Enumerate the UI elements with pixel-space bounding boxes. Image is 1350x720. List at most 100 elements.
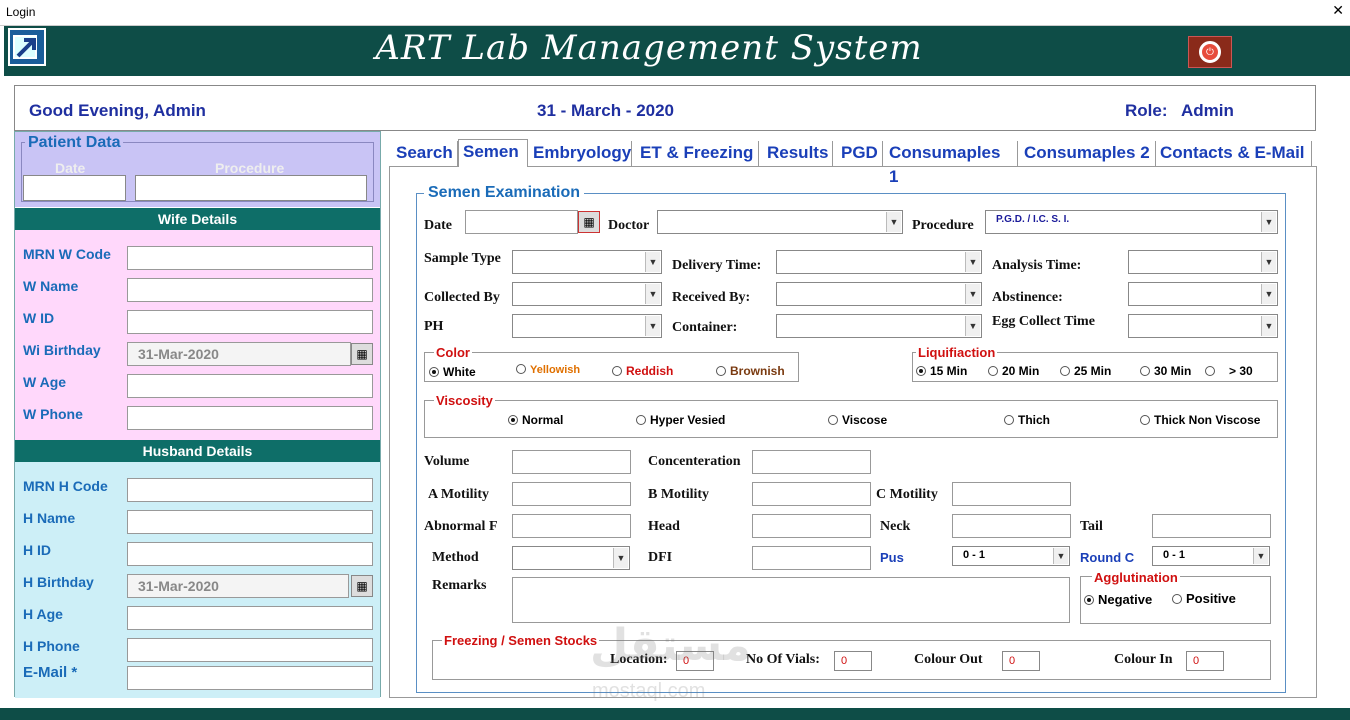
- patient-panel: Patient Data Date Procedure Wife Details…: [14, 131, 381, 698]
- wi-birthday-input[interactable]: 31-Mar-2020: [127, 342, 351, 366]
- color-radio-yellowish[interactable]: Yellowish: [516, 364, 580, 376]
- wife-field-label: MRN W Code: [23, 246, 111, 262]
- husband-details-group: MRN H Code H Name H ID H Birthday 31-Mar…: [15, 462, 380, 698]
- tab-pgd[interactable]: PGD: [837, 141, 883, 167]
- doctor-label: Doctor: [608, 218, 650, 233]
- visc-radio-normal[interactable]: Normal: [508, 413, 563, 427]
- analysis-time-combo[interactable]: ▼: [1128, 250, 1278, 274]
- mrn-w-code-input[interactable]: [127, 246, 373, 270]
- semen-date-input[interactable]: [465, 210, 578, 234]
- h-birthday-input[interactable]: 31-Mar-2020: [127, 574, 349, 598]
- sample-type-combo[interactable]: ▼: [512, 250, 662, 274]
- tab-search[interactable]: Search: [392, 141, 458, 167]
- b-motility-label: B Motility: [648, 487, 710, 502]
- agglutination-positive-radio[interactable]: Positive: [1172, 591, 1236, 606]
- colour-in-label: Colour In: [1114, 652, 1173, 667]
- tail-input[interactable]: [1152, 514, 1271, 538]
- volume-input[interactable]: [512, 450, 631, 474]
- abnormal-label: Abnormal F: [424, 519, 498, 534]
- pd-procedure-input[interactable]: [135, 175, 367, 201]
- egg-collect-time-combo[interactable]: ▼: [1128, 314, 1278, 338]
- close-icon[interactable]: ✕: [1332, 2, 1344, 19]
- visc-radio-viscose[interactable]: Viscose: [828, 413, 887, 427]
- h-age-input[interactable]: [127, 606, 373, 630]
- dropdown-arrow-icon: ▼: [1261, 284, 1276, 304]
- visc-radio-hyper[interactable]: Hyper Vesied: [636, 413, 725, 427]
- pd-date-input[interactable]: [23, 175, 126, 201]
- collected-by-combo[interactable]: ▼: [512, 282, 662, 306]
- tab-contacts-email[interactable]: Contacts & E-Mail: [1156, 141, 1312, 167]
- remarks-label: Remarks: [432, 578, 487, 593]
- container-label: Container:: [672, 320, 738, 335]
- liq-radio-20[interactable]: 20 Min: [988, 364, 1039, 378]
- received-by-combo[interactable]: ▼: [776, 282, 982, 306]
- h-phone-input[interactable]: [127, 638, 373, 662]
- husband-field-label: MRN H Code: [23, 478, 108, 494]
- liq-radio-15[interactable]: 15 Min: [916, 364, 967, 378]
- concentration-label: Concenteration: [648, 454, 741, 469]
- semen-examination-legend: Semen Examination: [424, 184, 585, 202]
- calendar-icon[interactable]: ▦: [578, 211, 600, 233]
- calendar-icon[interactable]: ▦: [351, 575, 373, 597]
- w-age-input[interactable]: [127, 374, 373, 398]
- abnormal-input[interactable]: [512, 514, 631, 538]
- w-name-input[interactable]: [127, 278, 373, 302]
- dropdown-arrow-icon: ▼: [645, 284, 660, 304]
- viscosity-legend: Viscosity: [434, 393, 495, 408]
- ph-combo[interactable]: ▼: [512, 314, 662, 338]
- visc-radio-thick-non-viscose[interactable]: Thick Non Viscose: [1140, 413, 1260, 427]
- wife-field-label: W Name: [23, 278, 79, 294]
- abstinence-combo[interactable]: ▼: [1128, 282, 1278, 306]
- liq-radio-over-30[interactable]: > 30: [1205, 364, 1253, 378]
- remarks-textarea[interactable]: [512, 577, 1070, 623]
- color-radio-white[interactable]: White: [429, 365, 476, 379]
- color-radio-brownish[interactable]: Brownish: [716, 364, 785, 378]
- date-label: Date: [424, 218, 452, 233]
- h-id-input[interactable]: [127, 542, 373, 566]
- round-c-combo[interactable]: 0 - 1 ▼: [1152, 546, 1270, 566]
- agglutination-negative-radio[interactable]: Negative: [1084, 592, 1152, 607]
- concentration-input[interactable]: [752, 450, 871, 474]
- calendar-icon[interactable]: ▦: [351, 343, 373, 365]
- dropdown-arrow-icon: ▼: [965, 284, 980, 304]
- liq-radio-25[interactable]: 25 Min: [1060, 364, 1111, 378]
- container-combo[interactable]: ▼: [776, 314, 982, 338]
- colour-out-input[interactable]: 0: [1002, 651, 1040, 671]
- tab-et-freezing[interactable]: ET & Freezing: [636, 141, 759, 167]
- neck-input[interactable]: [952, 514, 1071, 538]
- c-motility-input[interactable]: [952, 482, 1071, 506]
- email-input[interactable]: [127, 666, 373, 690]
- tab-consumaples-2[interactable]: Consumaples 2: [1020, 141, 1156, 167]
- procedure-combo[interactable]: P.G.D. / I.C. S. I. ▼: [985, 210, 1278, 234]
- color-radio-reddish[interactable]: Reddish: [612, 364, 673, 378]
- tab-results[interactable]: Results: [763, 141, 833, 167]
- abstinence-label: Abstinence:: [992, 290, 1063, 305]
- dfi-input[interactable]: [752, 546, 871, 570]
- tail-label: Tail: [1080, 519, 1103, 534]
- tab-embryology[interactable]: Embryology: [529, 141, 632, 167]
- wife-field-label: Wi Birthday: [23, 342, 101, 358]
- c-motility-label: C Motility: [876, 487, 938, 502]
- round-c-value: 0 - 1: [1163, 549, 1186, 561]
- w-id-input[interactable]: [127, 310, 373, 334]
- pus-combo[interactable]: 0 - 1 ▼: [952, 546, 1070, 566]
- power-button[interactable]: ⏻: [1188, 36, 1232, 68]
- tab-consumaples-1[interactable]: Consumaples 1: [885, 141, 1018, 186]
- delivery-time-combo[interactable]: ▼: [776, 250, 982, 274]
- colour-in-input[interactable]: 0: [1186, 651, 1224, 671]
- visc-radio-thich[interactable]: Thich: [1004, 413, 1050, 427]
- doctor-combo[interactable]: ▼: [657, 210, 903, 234]
- method-combo[interactable]: ▼: [512, 546, 630, 570]
- b-motility-input[interactable]: [752, 482, 871, 506]
- h-name-input[interactable]: [127, 510, 373, 534]
- vials-input[interactable]: 0: [834, 651, 872, 671]
- mrn-h-code-input[interactable]: [127, 478, 373, 502]
- dropdown-arrow-icon: ▼: [965, 252, 980, 272]
- method-label: Method: [432, 550, 479, 565]
- w-phone-input[interactable]: [127, 406, 373, 430]
- freezing-legend: Freezing / Semen Stocks: [442, 633, 600, 648]
- head-input[interactable]: [752, 514, 871, 538]
- a-motility-input[interactable]: [512, 482, 631, 506]
- liq-radio-30[interactable]: 30 Min: [1140, 364, 1191, 378]
- tab-semen[interactable]: Semen: [458, 139, 528, 167]
